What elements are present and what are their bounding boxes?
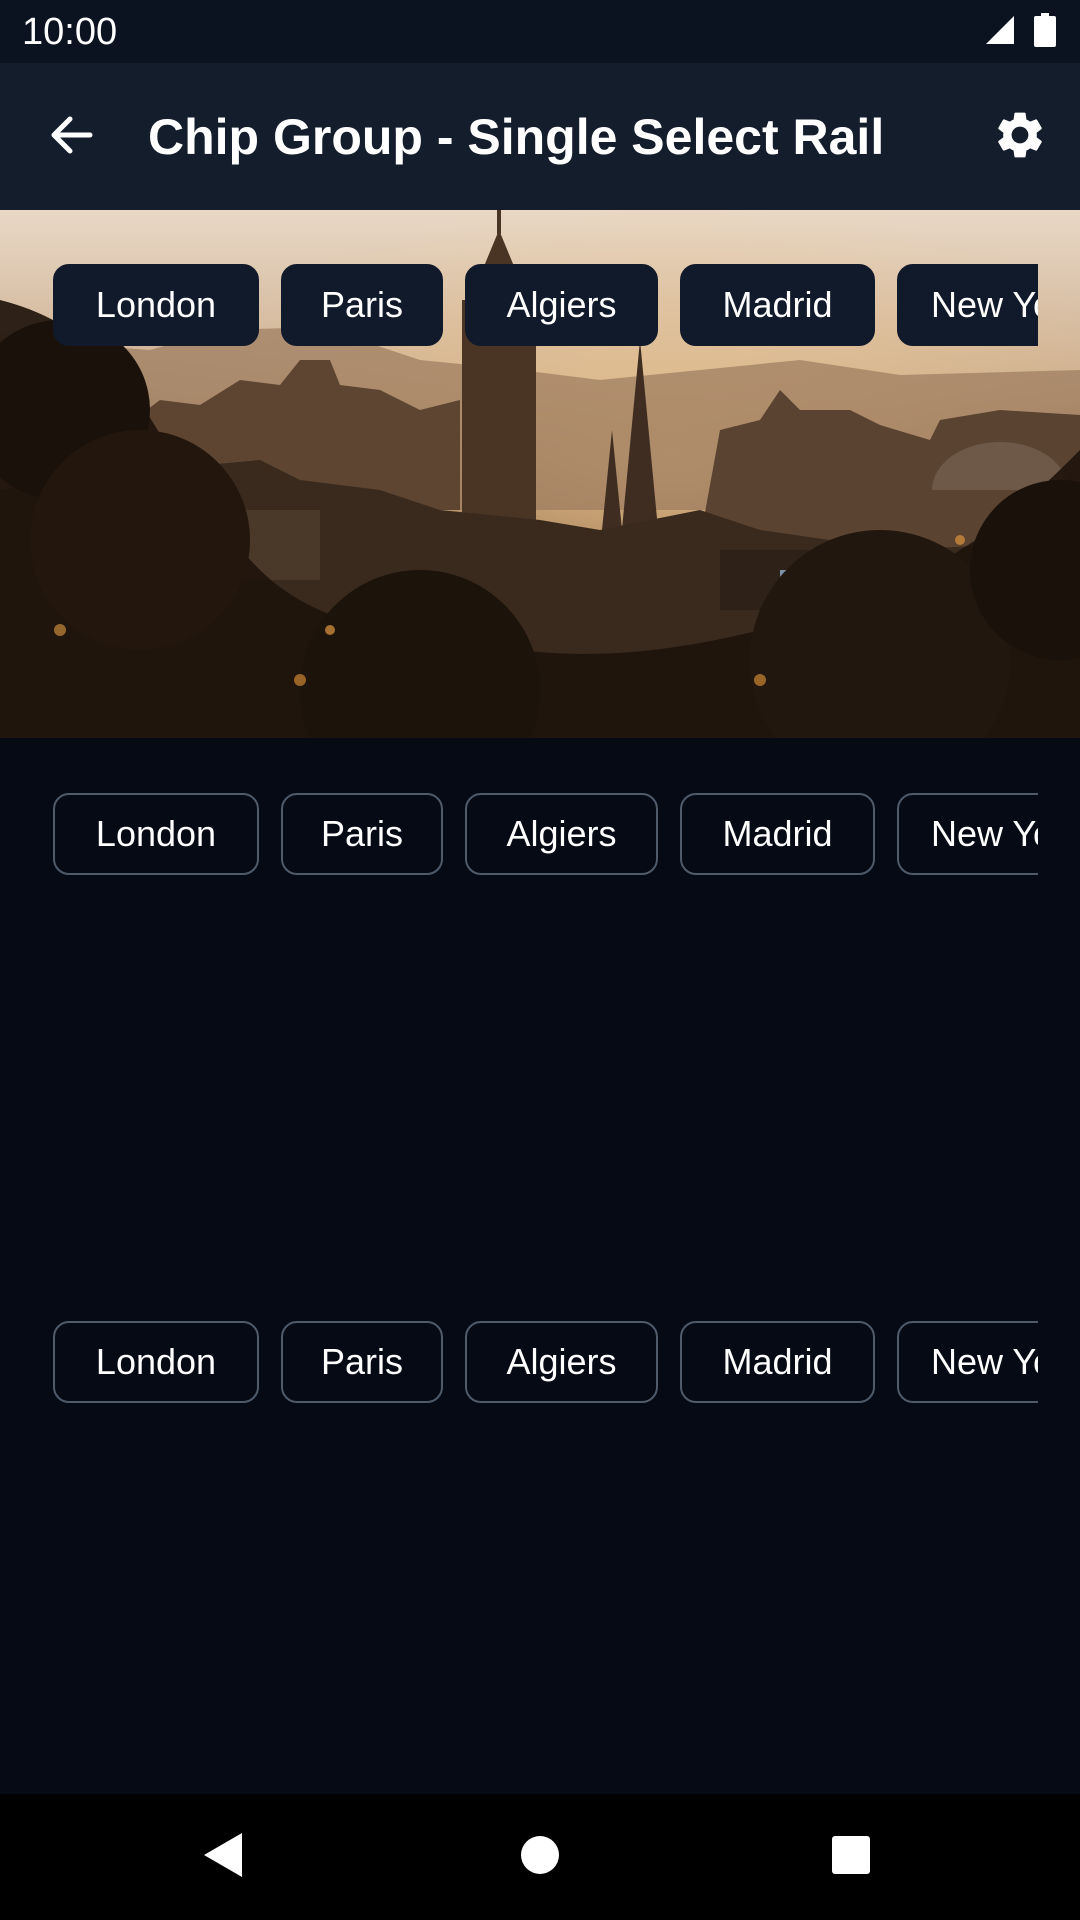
chip-algiers[interactable]: Algiers bbox=[465, 1321, 658, 1403]
battery-icon bbox=[1034, 12, 1056, 52]
chip-new-york[interactable]: New York bbox=[897, 1321, 1038, 1403]
chip-new-york[interactable]: New York bbox=[897, 793, 1038, 875]
chip-algiers[interactable]: Algiers bbox=[465, 264, 658, 346]
nav-back-button[interactable] bbox=[191, 1824, 257, 1890]
chip-paris[interactable]: Paris bbox=[281, 1321, 443, 1403]
app-bar: Chip Group - Single Select Rail bbox=[0, 63, 1080, 210]
status-icons bbox=[984, 12, 1056, 52]
chip-paris[interactable]: Paris bbox=[281, 264, 443, 346]
chip-rail-filled[interactable]: London Paris Algiers Madrid New York bbox=[53, 262, 1038, 348]
gear-icon bbox=[992, 107, 1048, 168]
chip-paris[interactable]: Paris bbox=[281, 793, 443, 875]
chip-new-york[interactable]: New York bbox=[897, 264, 1038, 346]
chip-madrid[interactable]: Madrid bbox=[680, 264, 875, 346]
status-bar: 10:00 bbox=[0, 0, 1080, 63]
chip-madrid[interactable]: Madrid bbox=[680, 793, 875, 875]
signal-icon bbox=[984, 14, 1016, 51]
arrow-back-icon bbox=[48, 111, 96, 164]
back-button[interactable] bbox=[28, 99, 116, 175]
status-time: 10:00 bbox=[22, 11, 118, 53]
chip-rail-outlined-2[interactable]: London Paris Algiers Madrid New York bbox=[53, 1319, 1038, 1405]
chip-london[interactable]: London bbox=[53, 264, 259, 346]
chip-algiers[interactable]: Algiers bbox=[465, 793, 658, 875]
nav-home-icon bbox=[520, 1835, 560, 1880]
chip-rail-outlined-1[interactable]: London Paris Algiers Madrid New York bbox=[53, 791, 1038, 877]
nav-home-button[interactable] bbox=[507, 1824, 573, 1890]
nav-recents-icon bbox=[831, 1835, 871, 1880]
chip-london[interactable]: London bbox=[53, 793, 259, 875]
nav-recents-button[interactable] bbox=[818, 1824, 884, 1890]
system-nav-bar bbox=[0, 1794, 1080, 1920]
chip-madrid[interactable]: Madrid bbox=[680, 1321, 875, 1403]
settings-button[interactable] bbox=[982, 99, 1058, 175]
chip-london[interactable]: London bbox=[53, 1321, 259, 1403]
page-title: Chip Group - Single Select Rail bbox=[148, 109, 885, 165]
nav-back-icon bbox=[202, 1831, 246, 1884]
